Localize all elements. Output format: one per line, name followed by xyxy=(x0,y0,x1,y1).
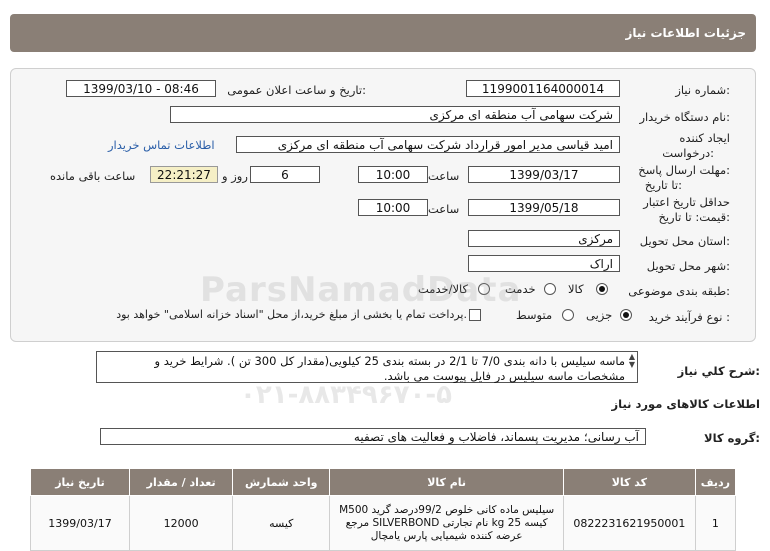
purchase-radio-minor[interactable] xyxy=(620,309,632,321)
table-header-row: تاریخ نیاز تعداد / مقدار واحد شمارش نام … xyxy=(30,468,737,496)
days-label: روز و xyxy=(222,169,248,183)
page-title: جزئیات اطلاعات نیاز xyxy=(625,26,746,40)
validity-time-field: 10:00 xyxy=(358,199,428,216)
category-label: طبقه بندی موضوعی: xyxy=(628,284,730,298)
col-unit: واحد شمارش xyxy=(232,468,331,496)
col-quantity: تعداد / مقدار xyxy=(128,468,234,496)
creator-label-2: درخواست: xyxy=(662,146,714,160)
days-remaining-field: 6 xyxy=(250,166,320,183)
col-item-name: نام کالا xyxy=(329,468,565,496)
cell-item-name: سیلیس ماده کانی خلوص 99/2درصد گرید M500 … xyxy=(329,495,565,551)
page-header: جزئیات اطلاعات نیاز xyxy=(10,14,756,52)
need-number-label: شماره نیاز: xyxy=(675,83,730,97)
creator-label-1: ایجاد کننده xyxy=(679,131,730,145)
deadline-date-field: 1399/03/17 xyxy=(468,166,620,183)
city-label: شهر محل تحویل: xyxy=(646,259,730,273)
watermark-text: ParsNamadData xyxy=(200,270,522,310)
purchase-type-label: نوع فرآیند خرید : xyxy=(648,310,730,324)
deadline-time-field: 10:00 xyxy=(358,166,428,183)
category-radio-service[interactable] xyxy=(544,283,556,295)
table-row: 1399/03/17 12000 کیسه سیلیس ماده کانی خل… xyxy=(30,495,737,551)
validity-label-1: حداقل تاریخ اعتبار xyxy=(643,195,730,209)
col-need-date: تاریخ نیاز xyxy=(30,468,130,496)
goods-group-label: گروه کالا: xyxy=(704,431,760,445)
deadline-time-label: ساعت xyxy=(428,169,460,183)
col-item-code: کد کالا xyxy=(563,468,696,496)
category-option-goods: کالا xyxy=(568,282,584,296)
buyer-field: شرکت سهامی آب منطقه ای مرکزی xyxy=(170,106,620,123)
deadline-label-1: مهلت ارسال پاسخ: xyxy=(638,163,730,177)
buyer-label: نام دستگاه خریدار: xyxy=(639,110,730,124)
purchase-option-medium: متوسط xyxy=(516,308,553,322)
validity-time-label: ساعت xyxy=(428,202,460,216)
remaining-time-field: 22:21:27 xyxy=(150,166,218,183)
validity-date-field: 1399/05/18 xyxy=(468,199,620,216)
cell-need-date: 1399/03/17 xyxy=(30,495,130,551)
announce-label: تاریخ و ساعت اعلان عمومی: xyxy=(227,83,366,97)
cell-item-code: 0822231621950001 xyxy=(563,495,696,551)
province-label: استان محل تحویل: xyxy=(639,234,730,248)
treasury-payment-checkbox[interactable] xyxy=(469,309,481,321)
purchase-radio-medium[interactable] xyxy=(562,309,574,321)
announce-field: 1399/03/10 - 08:46 xyxy=(66,80,216,97)
scroll-arrows-icon[interactable]: ▲ ▼ xyxy=(629,353,635,369)
remaining-time-label: ساعت باقی مانده xyxy=(50,169,136,183)
goods-table: تاریخ نیاز تعداد / مقدار واحد شمارش نام … xyxy=(30,468,737,551)
col-row: ردیف xyxy=(694,468,737,496)
buyer-contact-link[interactable]: اطلاعات تماس خریدار xyxy=(108,138,215,152)
description-label: شرح کلي نياز: xyxy=(677,364,760,378)
need-number-field: 1199001164000014 xyxy=(466,80,620,97)
deadline-label-2: تا تاریخ: xyxy=(644,178,682,192)
goods-section-title: اطلاعات کالاهای مورد نیاز xyxy=(611,397,760,411)
goods-group-field: آب رسانی؛ مدیریت پسماند، فاضلاب و فعالیت… xyxy=(100,428,646,445)
watermark-phone: ۰۲۱-۸۸۳۴۹۶۷۰-۵ xyxy=(240,380,453,410)
cell-quantity: 12000 xyxy=(128,495,234,551)
province-field: مرکزی xyxy=(468,230,620,247)
cell-unit: کیسه xyxy=(232,495,331,551)
creator-field: امید قیاسی مدیر امور قرارداد شرکت سهامی … xyxy=(236,136,620,153)
purchase-option-minor: جزیی xyxy=(586,308,613,322)
cell-row: 1 xyxy=(694,495,737,551)
description-box[interactable]: ماسه سیلیس با دانه بندی 7/0 تا 2/1 در بس… xyxy=(96,351,638,383)
category-radio-goods[interactable] xyxy=(596,283,608,295)
validity-label-2: قیمت: تا تاریخ: xyxy=(658,210,730,224)
